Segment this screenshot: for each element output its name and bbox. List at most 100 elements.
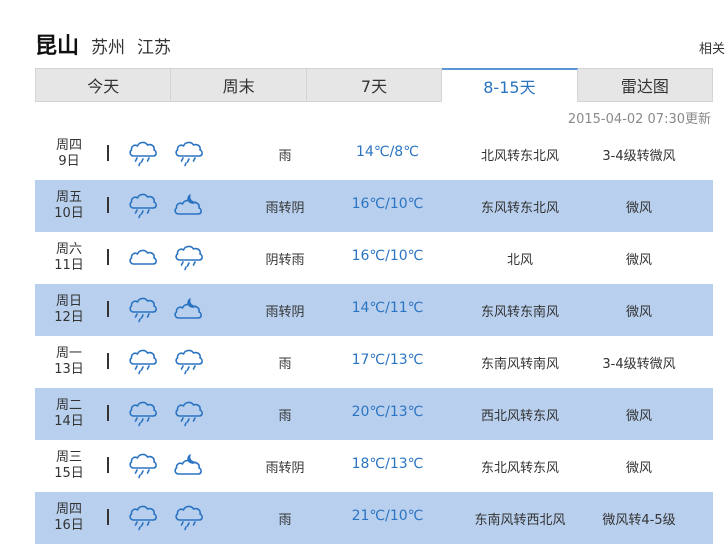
forecast-tabs: 今天 周末 7天 8-15天 雷达图: [35, 68, 714, 102]
weekday: 周一: [55, 346, 82, 361]
wind-force: 3-4级转微风: [602, 357, 676, 372]
forecast-row: 周日 12日 雨转阴 14℃/11℃ 东风转东南风 微风: [35, 284, 713, 336]
wind-force: 微风: [625, 201, 652, 216]
rain-cloud-icon: [127, 398, 159, 428]
weekday: 周四: [55, 138, 82, 153]
forecast-row: 周二 14日 雨 20℃/13℃ 西北风转东风 微风: [35, 388, 713, 440]
wind-direction: 东南风转西北风: [474, 513, 566, 528]
cloudy-night-icon: [173, 190, 205, 220]
separator: [107, 197, 109, 213]
separator: [107, 145, 109, 161]
temperature-range: 14℃/11℃: [351, 300, 424, 316]
weather-condition: 雨: [278, 149, 292, 164]
weekday: 周四: [55, 502, 82, 517]
weekday: 周日: [55, 294, 82, 309]
wind-direction: 东北风转东风: [480, 461, 559, 476]
wind-force: 微风: [625, 253, 652, 268]
date: 16日: [54, 518, 84, 533]
weekday: 周五: [55, 190, 82, 205]
rain-cloud-icon: [173, 138, 205, 168]
day-label: 周四 9日: [45, 138, 93, 170]
weather-condition: 雨: [278, 513, 292, 528]
weekday: 周三: [55, 450, 82, 465]
forecast-row: 周三 15日 雨转阴 18℃/13℃ 东北风转东风 微风: [35, 440, 713, 492]
rain-cloud-icon: [173, 502, 205, 532]
temperature-range: 16℃/10℃: [351, 196, 424, 212]
rain-cloud-icon: [127, 190, 159, 220]
tab-radar[interactable]: 雷达图: [577, 68, 714, 102]
day-label: 周六 11日: [45, 242, 93, 274]
wind-force: 微风: [625, 305, 652, 320]
separator: [107, 457, 109, 473]
wind-direction: 北风: [506, 253, 533, 268]
date: 9日: [58, 154, 80, 169]
temperature-range: 14℃/8℃: [356, 144, 419, 160]
city-name: 昆山: [35, 34, 80, 59]
forecast-list: 周四 9日雨 14℃/8℃ 北风转东北风 3-4级转微风 周五 10日 雨转阴 16℃/10℃ 东…: [35, 128, 713, 544]
weekday: 周六: [55, 242, 82, 257]
wind-direction: 东南风转南风: [480, 357, 559, 372]
cloudy-night-icon: [173, 294, 205, 324]
tab-8-15-days[interactable]: 8-15天: [442, 68, 578, 102]
weather-condition: 雨转阴: [265, 201, 305, 216]
province-link[interactable]: 江苏: [137, 33, 171, 58]
forecast-row: 周一 13日 雨 17℃/13℃ 东南风转南风 3-4级转微风: [35, 336, 713, 388]
date: 14日: [54, 414, 84, 429]
wind-direction: 东风转东南风: [480, 305, 559, 320]
weather-condition: 雨转阴: [265, 461, 305, 476]
day-label: 周二 14日: [45, 398, 93, 430]
wind-force: 微风: [625, 409, 652, 424]
separator: [107, 353, 109, 369]
wind-force: 微风: [625, 461, 652, 476]
temperature-range: 21℃/10℃: [351, 508, 424, 524]
day-label: 周日 12日: [45, 294, 93, 326]
rain-cloud-icon: [127, 450, 159, 480]
separator: [107, 405, 109, 421]
day-label: 周四 16日: [45, 502, 93, 534]
separator: [107, 509, 109, 525]
forecast-row: 周四 9日 雨 14℃/8℃ 北风转东北风 3-4级转微风: [35, 128, 713, 180]
rain-cloud-icon: [127, 346, 159, 376]
parent-city-link[interactable]: 苏州: [91, 33, 125, 58]
wind-force: 3-4级转微风: [602, 149, 676, 164]
rain-cloud-icon: [127, 294, 159, 324]
forecast-row: 周六 11日 阴转雨 16℃/10℃ 北风 微风: [35, 232, 713, 284]
related-link[interactable]: 相关: [699, 38, 725, 57]
date: 12日: [54, 310, 84, 325]
forecast-row: 周四 16日 雨 21℃/10℃ 东南风转西北风 微风转4-5级: [35, 492, 713, 544]
rain-cloud-icon: [173, 242, 205, 272]
wind-direction: 西北风转东风: [480, 409, 559, 424]
temperature-range: 17℃/13℃: [351, 352, 424, 368]
rain-cloud-icon: [127, 502, 159, 532]
weather-condition: 雨: [278, 357, 292, 372]
day-label: 周三 15日: [45, 450, 93, 482]
temperature-range: 20℃/13℃: [351, 404, 424, 420]
wind-direction: 北风转东北风: [480, 149, 559, 164]
date: 10日: [54, 206, 84, 221]
tab-today[interactable]: 今天: [35, 68, 172, 102]
weather-condition: 雨: [278, 409, 292, 424]
cloud-icon: [127, 242, 159, 272]
tab-7-days[interactable]: 7天: [306, 68, 443, 102]
weather-condition: 阴转雨: [265, 253, 305, 268]
location-header: 昆山 苏州 江苏: [35, 28, 183, 59]
date: 15日: [54, 466, 84, 481]
forecast-row: 周五 10日 雨转阴 16℃/10℃ 东风转东北风 微风: [35, 180, 713, 232]
temperature-range: 16℃/10℃: [351, 248, 424, 264]
day-label: 周一 13日: [45, 346, 93, 378]
wind-force: 微风转4-5级: [602, 513, 676, 528]
cloudy-night-icon: [173, 450, 205, 480]
weekday: 周二: [55, 398, 82, 413]
weather-condition: 雨转阴: [265, 305, 305, 320]
tab-weekend[interactable]: 周末: [171, 68, 307, 102]
rain-cloud-icon: [173, 398, 205, 428]
date: 13日: [54, 362, 84, 377]
separator: [107, 301, 109, 317]
date: 11日: [54, 258, 84, 273]
rain-cloud-icon: [173, 346, 205, 376]
rain-cloud-icon: [127, 138, 159, 168]
wind-direction: 东风转东北风: [480, 201, 559, 216]
update-timestamp: 2015-04-02 07:30更新: [567, 112, 711, 127]
day-label: 周五 10日: [45, 190, 93, 222]
temperature-range: 18℃/13℃: [351, 456, 424, 472]
